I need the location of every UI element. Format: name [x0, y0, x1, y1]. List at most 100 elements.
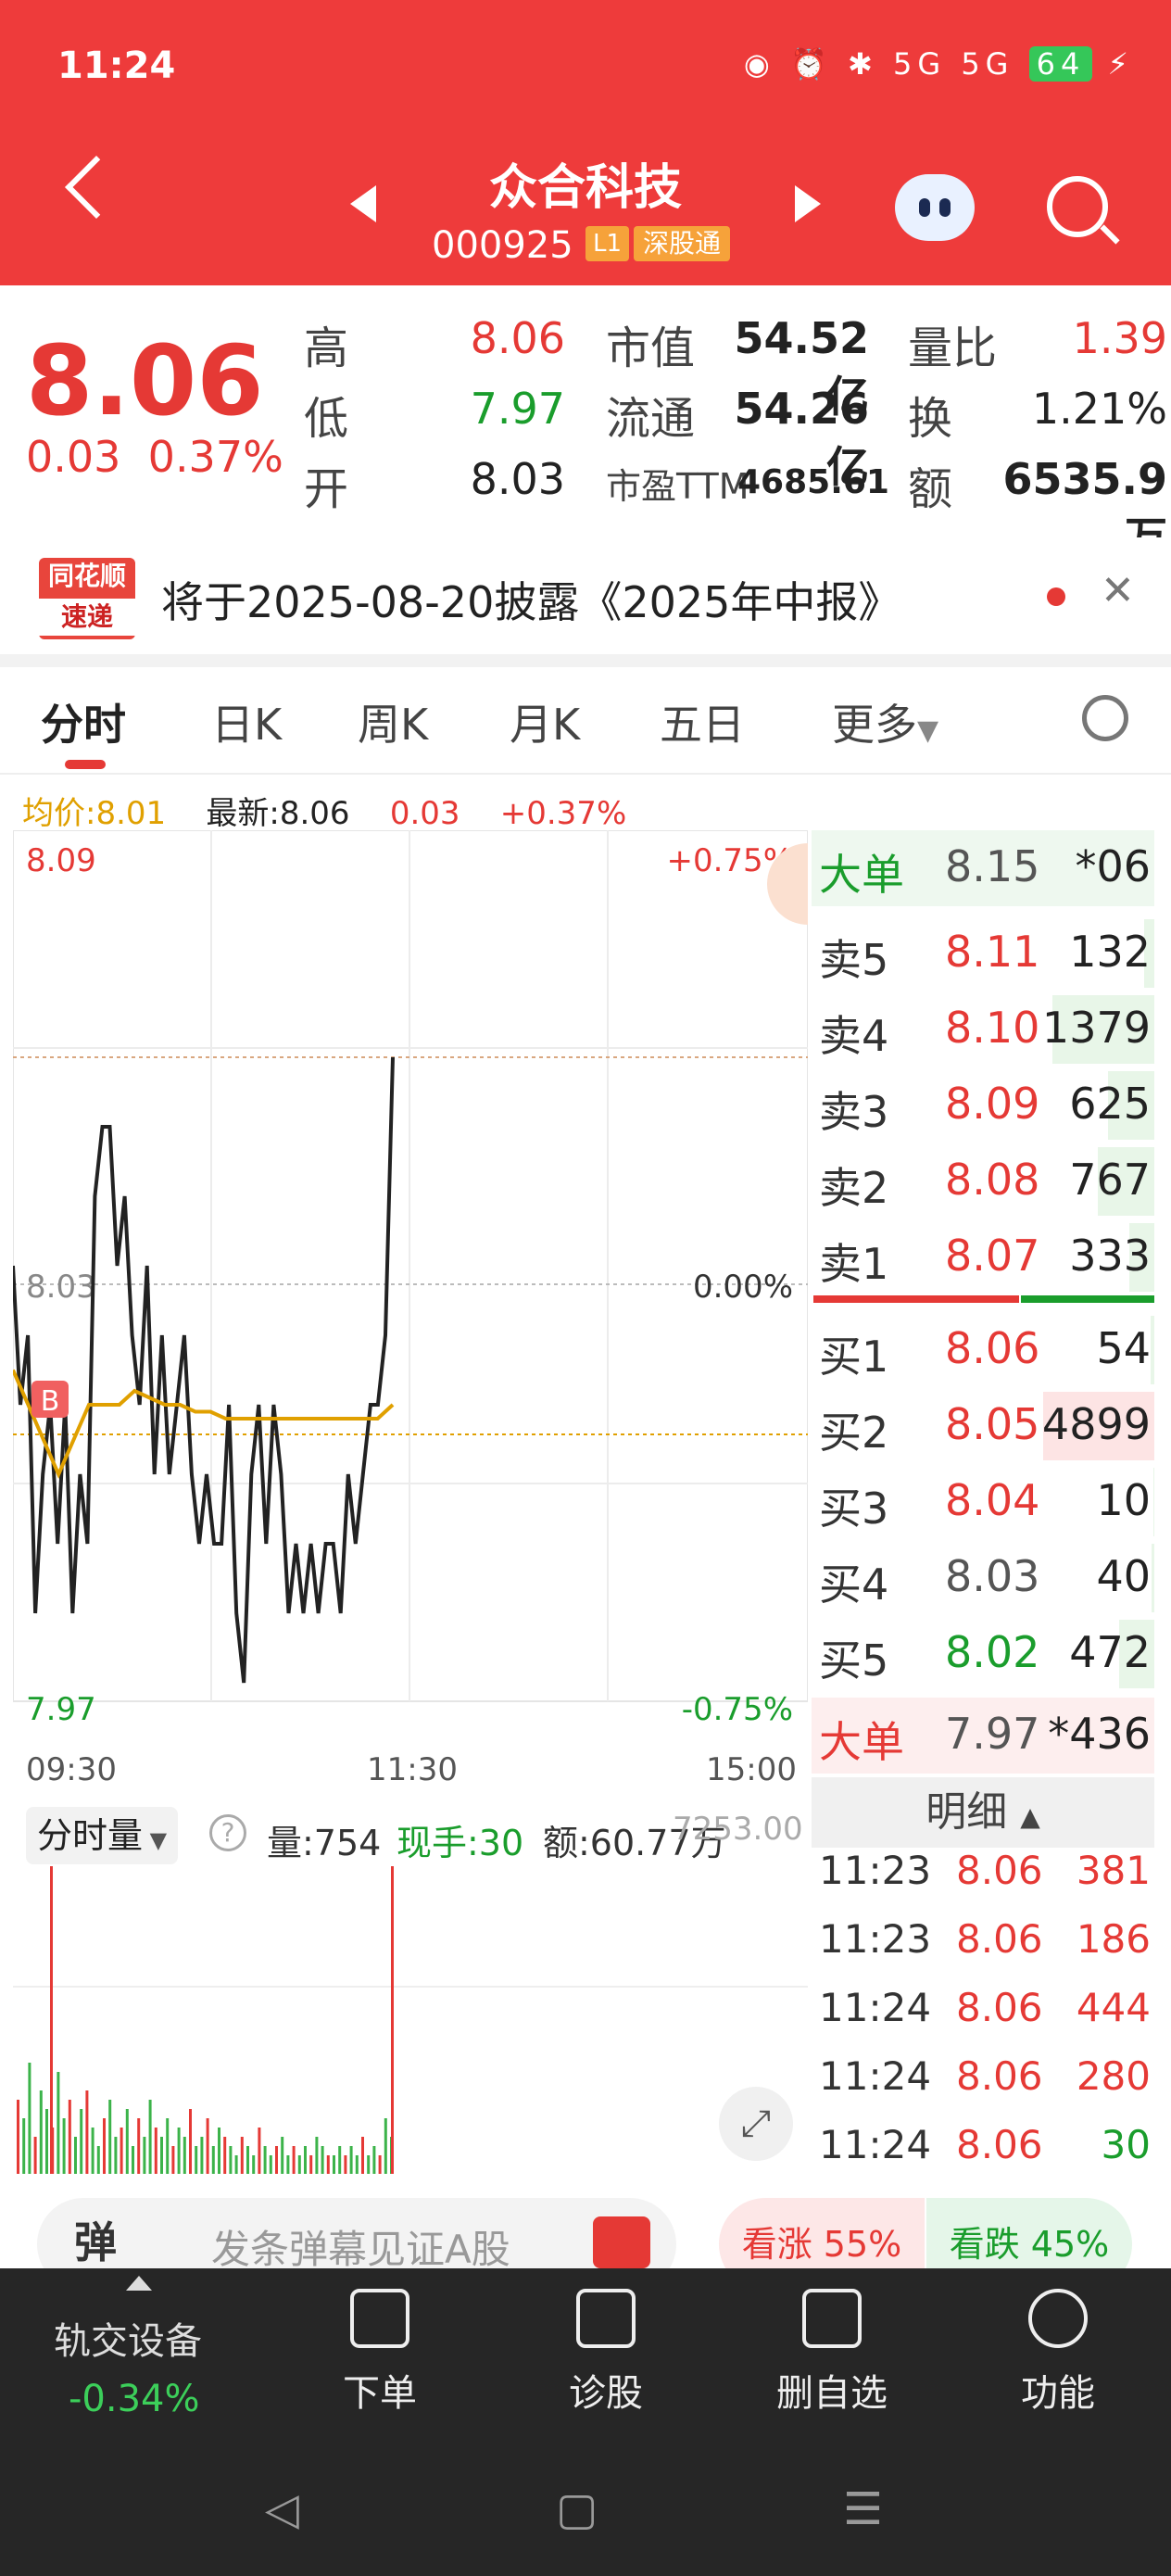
nav-menu-icon[interactable]: ☰: [843, 2483, 883, 2535]
bid-ask-ratio-green: [1021, 1295, 1154, 1303]
volume-bar: [189, 2109, 192, 2174]
bid-volume: 54: [1096, 1323, 1151, 1373]
bid-row[interactable]: 买1 8.06 54: [812, 1312, 1154, 1388]
next-stock-icon[interactable]: [795, 185, 821, 222]
volume-bar: [349, 2146, 353, 2174]
volume-bar: [211, 2146, 215, 2174]
y-top-label: 8.09: [26, 842, 96, 879]
volume-bar: [234, 2155, 238, 2174]
volume-bar: [240, 2137, 244, 2174]
deal-price: 8.06: [956, 2053, 1043, 2099]
bid-row[interactable]: 买3 8.04 10: [812, 1464, 1154, 1540]
ask-row[interactable]: 卖5 8.11 132: [812, 915, 1154, 991]
bid-row[interactable]: 买5 8.02 472: [812, 1616, 1154, 1692]
detail-toggle[interactable]: 明细 ▲: [812, 1777, 1154, 1848]
volume-bar: [160, 2137, 163, 2174]
tab-monthly-k[interactable]: 月K: [510, 691, 580, 752]
search-icon[interactable]: [1047, 176, 1108, 237]
volume-bar: [85, 2090, 89, 2174]
ai-assistant-icon[interactable]: [895, 174, 975, 241]
ask-row[interactable]: 卖3 8.09 625: [812, 1067, 1154, 1143]
big-order-top[interactable]: 大单 8.15 *06: [812, 830, 1154, 906]
tab-five-day[interactable]: 五日: [660, 691, 745, 752]
volume-bar: [304, 2146, 307, 2174]
chevron-up-icon[interactable]: [126, 2276, 152, 2291]
volume-bar: [218, 2128, 220, 2174]
volume-chart[interactable]: [13, 1866, 808, 2174]
ask-price: 8.08: [945, 1155, 1040, 1205]
ask-label: 卖4: [819, 1011, 889, 1061]
tab-intraday[interactable]: 分时: [41, 691, 126, 752]
buy-marker-label: B: [41, 1385, 60, 1418]
x-label-1500: 15:00: [706, 1751, 797, 1788]
volume-selector[interactable]: 分时量 ▼: [26, 1807, 179, 1864]
ask-volume: 625: [1069, 1079, 1151, 1129]
pe-label: 市盈TTM: [606, 466, 749, 507]
sector-name[interactable]: 轨交设备: [54, 2311, 202, 2365]
diagnose-button[interactable]: 诊股: [523, 2289, 689, 2417]
ask-label: 卖2: [819, 1163, 889, 1213]
nav-home-icon[interactable]: ▢: [556, 2483, 598, 2535]
order-button[interactable]: 下单: [296, 2289, 463, 2417]
volume-bar: [50, 1866, 53, 2174]
remove-watchlist-button[interactable]: 删自选: [749, 2289, 915, 2417]
volume-bar: [361, 2137, 364, 2174]
deal-volume: 186: [1076, 1916, 1151, 1962]
volume-fill: [1153, 1468, 1154, 1536]
help-icon[interactable]: ?: [209, 1814, 246, 1851]
tab-more-label: 更多: [832, 700, 917, 750]
volume-fill: [1151, 1544, 1154, 1612]
pct-bottom-label: -0.75%: [682, 1691, 793, 1728]
ask-row[interactable]: 卖1 8.07 333: [812, 1219, 1154, 1295]
ask-volume: 132: [1069, 927, 1151, 977]
volume-bar: [39, 2090, 43, 2174]
price-change: 0.03 0.37%: [26, 432, 283, 482]
low-label: 低: [304, 393, 349, 445]
tab-more[interactable]: 更多▼: [832, 691, 938, 752]
volume-label: 量:754: [267, 1823, 382, 1863]
gift-icon[interactable]: [593, 2216, 650, 2268]
tab-daily-k[interactable]: 日K: [211, 691, 282, 752]
danmu-toggle-icon[interactable]: 弹: [74, 2209, 117, 2270]
big-order-bottom[interactable]: 大单 7.97 *436: [812, 1698, 1154, 1774]
change-percent: 0.37%: [147, 432, 283, 482]
functions-button[interactable]: 功能: [975, 2289, 1141, 2417]
volume-bar: [96, 2146, 100, 2174]
ask-volume: 333: [1069, 1231, 1151, 1281]
danmu-input[interactable]: 发条弹幕见证A股: [211, 2218, 510, 2275]
bid-row[interactable]: 买2 8.05 4899: [812, 1388, 1154, 1464]
stock-name: 众合科技: [488, 160, 682, 216]
volume-bar: [206, 2118, 209, 2174]
vol-ratio-label: 量比: [908, 322, 998, 374]
close-icon[interactable]: ✕: [1101, 567, 1135, 614]
ask-row[interactable]: 卖4 8.10 1379: [812, 991, 1154, 1067]
chart-info-row: 均价:8.01 最新:8.06 0.03 +0.37%: [22, 788, 626, 833]
x-label-0930: 09:30: [26, 1751, 117, 1788]
bid-price: 8.03: [945, 1551, 1040, 1601]
volume-bar: [258, 2128, 261, 2174]
bid-row[interactable]: 买4 8.03 40: [812, 1540, 1154, 1616]
sector-change: -0.34%: [69, 2378, 200, 2420]
divider: [0, 654, 1171, 667]
bid-volume: 472: [1069, 1627, 1151, 1677]
volume-bar: [103, 2118, 106, 2174]
notice-text[interactable]: 将于2025-08-20披露《2025年中报》: [161, 569, 900, 630]
big-order-label: 大单: [819, 850, 904, 900]
active-tab-indicator: [65, 760, 106, 769]
chart-settings-icon[interactable]: [1082, 695, 1128, 741]
tab-weekly-k[interactable]: 周K: [358, 691, 428, 752]
ask-label: 卖3: [819, 1087, 889, 1137]
volume-bar: [177, 2128, 181, 2174]
fullscreen-icon[interactable]: ⤢: [719, 2087, 793, 2161]
bid-price: 8.05: [945, 1399, 1040, 1449]
intraday-chart[interactable]: 8.09 8.03 7.97 +0.75% 0.00% -0.75% B 09:…: [13, 830, 808, 1744]
functions-label: 功能: [1021, 2372, 1095, 2415]
turnover-value: 1.21%: [1031, 384, 1167, 434]
ask-row[interactable]: 卖2 8.08 767: [812, 1143, 1154, 1219]
ask-volume: 767: [1069, 1155, 1151, 1205]
deal-time: 11:24: [819, 2053, 932, 2099]
nav-back-icon[interactable]: ◁: [265, 2483, 299, 2535]
bid-label: 买2: [819, 1408, 889, 1458]
deal-price: 8.06: [956, 1985, 1043, 2030]
detail-label: 明细: [925, 1788, 1008, 1836]
